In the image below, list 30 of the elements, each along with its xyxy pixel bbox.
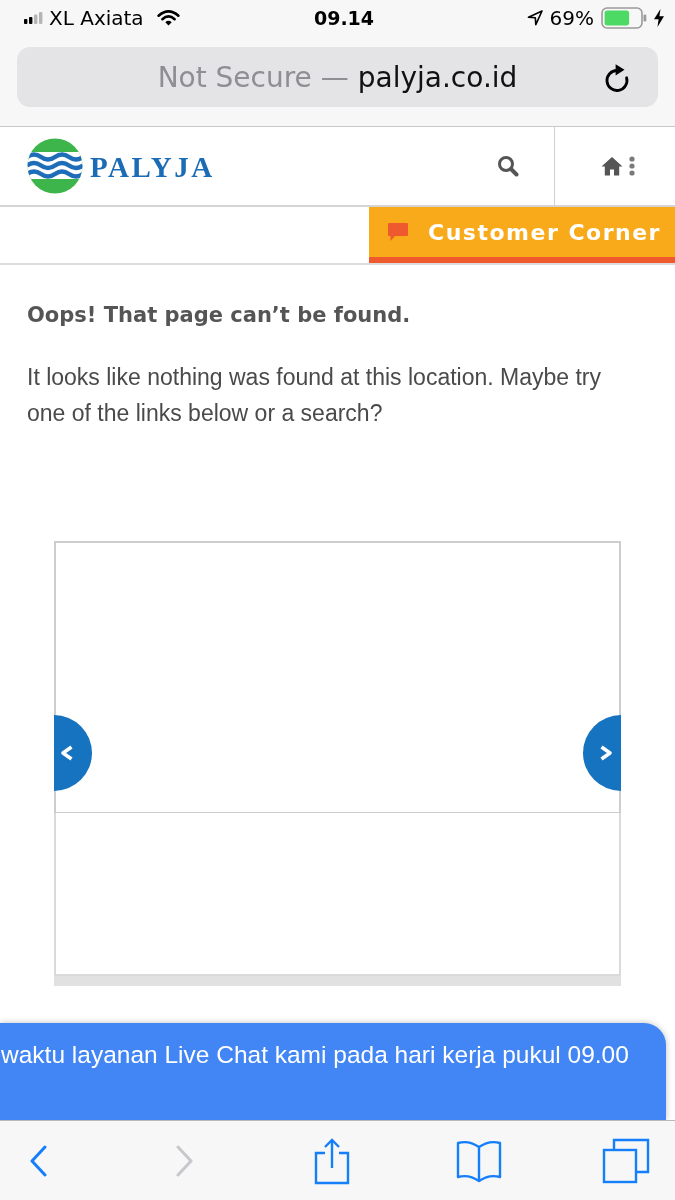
site-name: PALYJA <box>90 150 215 184</box>
charging-bolt-icon <box>654 9 664 27</box>
error-title: Oops! That page can’t be found. <box>27 302 412 329</box>
live-chat-message: waktu layanan Live Chat kami pada hari kerja pukul 09.00 <box>1 1041 629 1068</box>
error-message: It looks like nothing was found at this location. Maybe try one of the links below or a search? <box>27 363 603 428</box>
location-arrow-icon <box>526 10 543 26</box>
signal-icon <box>24 12 43 24</box>
security-label: Not Secure — <box>157 60 349 94</box>
chat-bubble-icon <box>387 222 409 242</box>
open-book-icon <box>455 1138 503 1183</box>
carrier-name: XL Axiata <box>49 6 144 30</box>
battery-percentage: 69% <box>549 6 594 30</box>
customer-corner-button[interactable]: Customer Corner <box>369 207 675 263</box>
chevron-right-icon <box>176 1144 194 1177</box>
chevron-left-icon <box>60 744 74 762</box>
overlapping-squares-icon <box>602 1137 650 1184</box>
live-chat-banner[interactable]: waktu layanan Live Chat kami pada hari kerja pukul 09.00 <box>0 1023 666 1120</box>
clock-time: 09.14 <box>313 7 375 29</box>
chevron-right-icon <box>599 744 613 762</box>
chevron-left-icon <box>29 1144 47 1177</box>
share-icon <box>313 1136 351 1185</box>
more-icon <box>629 156 635 176</box>
wifi-icon <box>156 10 180 26</box>
battery-icon <box>601 7 647 29</box>
search-icon <box>497 155 519 177</box>
url-domain: palyja.co.id <box>357 60 518 94</box>
logo-icon <box>27 138 83 194</box>
home-icon <box>601 156 623 176</box>
address-bar[interactable]: Not Secure — palyja.co.id <box>17 47 658 107</box>
search-button[interactable] <box>495 153 521 179</box>
